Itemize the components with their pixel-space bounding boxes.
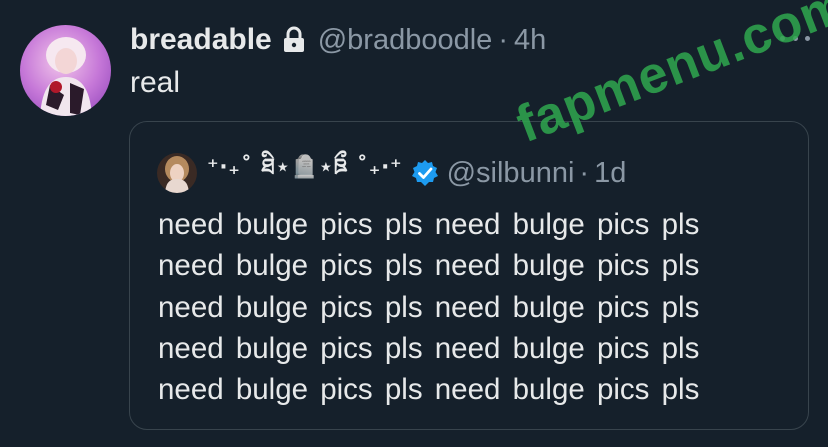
avatar[interactable] bbox=[20, 25, 111, 116]
more-dot bbox=[805, 35, 810, 41]
quoted-avatar[interactable] bbox=[157, 153, 197, 193]
quoted-display-name[interactable]: ⁺‧₊˚ ཐི⋆🪦⋆ཋྀ ˚₊‧⁺ bbox=[207, 142, 403, 204]
separator: · bbox=[498, 23, 508, 56]
handle[interactable]: @bradboodle bbox=[318, 24, 493, 57]
quoted-separator: · bbox=[579, 156, 590, 189]
lock-icon bbox=[282, 26, 306, 54]
tweet-text: real bbox=[130, 66, 181, 99]
quoted-text-line: need bulge pics pls need bulge pics pls bbox=[158, 208, 700, 241]
tweet-header: breadable @bradboodle · 4h bbox=[130, 22, 546, 58]
verified-badge-icon bbox=[411, 159, 439, 187]
more-dot bbox=[780, 35, 785, 41]
quoted-text-line: need bulge pics pls need bulge pics pls bbox=[158, 373, 700, 407]
quoted-handle[interactable]: @silbunni bbox=[447, 157, 575, 190]
timestamp[interactable]: 4h bbox=[514, 24, 546, 57]
display-name[interactable]: breadable bbox=[130, 23, 272, 57]
more-dot bbox=[792, 35, 798, 41]
quoted-header: ⁺‧₊˚ ཐི⋆🪦⋆ཋྀ ˚₊‧⁺ @silbunni · 1d bbox=[157, 152, 626, 194]
quoted-text-line: need bulge pics pls need bulge pics pls bbox=[158, 249, 700, 283]
quoted-timestamp[interactable]: 1d bbox=[594, 157, 626, 190]
quoted-text: need bulge pics pls need bulge pics pls … bbox=[158, 204, 798, 410]
quoted-text-line: need bulge pics pls need bulge pics pls bbox=[158, 331, 700, 365]
quoted-tweet[interactable]: ⁺‧₊˚ ཐི⋆🪦⋆ཋྀ ˚₊‧⁺ @silbunni · 1d need bu… bbox=[129, 121, 809, 430]
quoted-text-line: need bulge pics pls need bulge pics pls bbox=[158, 290, 700, 324]
more-icon[interactable] bbox=[780, 30, 810, 46]
